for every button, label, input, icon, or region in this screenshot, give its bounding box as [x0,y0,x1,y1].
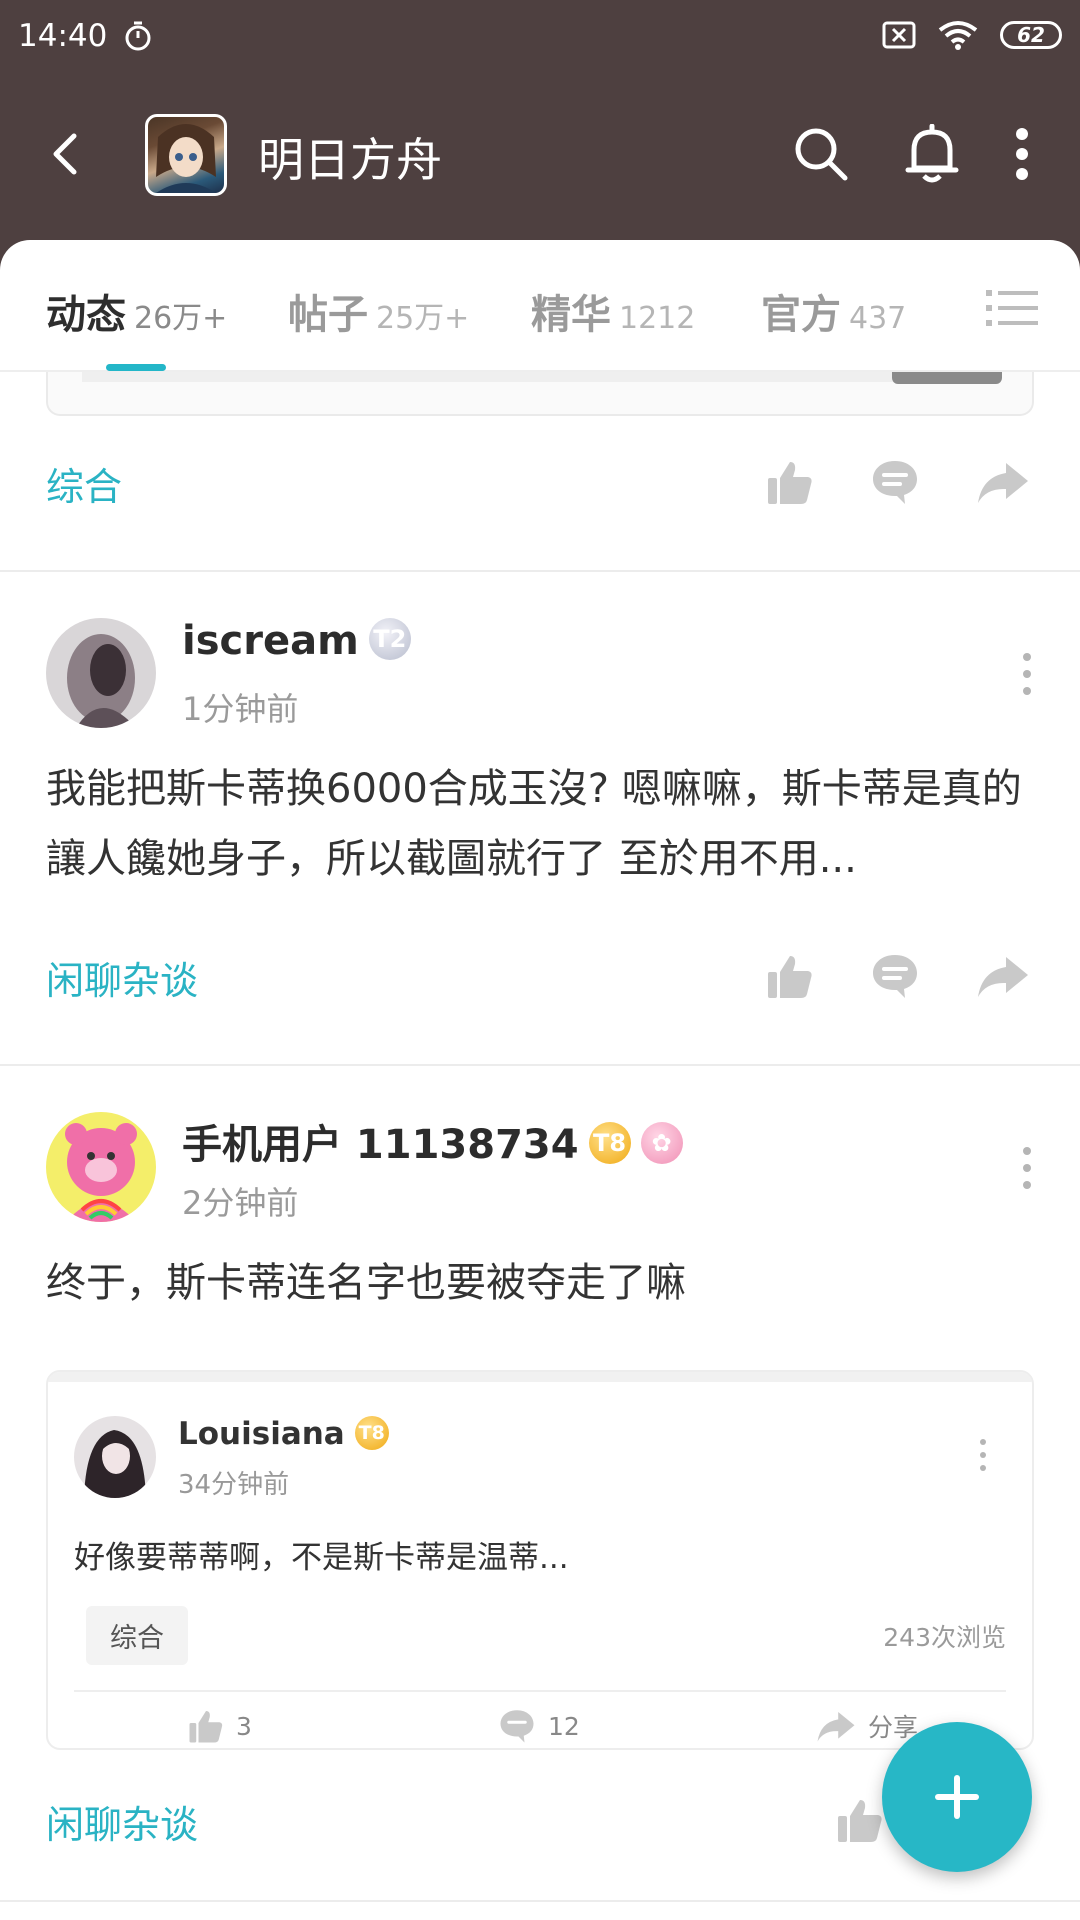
post-action-row: 综合 [0,444,1080,524]
back-arrow-icon[interactable] [40,126,96,182]
user-avatar[interactable] [46,618,156,728]
post-content[interactable]: 我能把斯卡蒂换6000合成玉沒? 嗯嘛嘛，斯卡蒂是真的讓人饞她身子，所以截圖就行… [46,754,1036,894]
more-vertical-icon[interactable] [1020,652,1034,696]
share-icon[interactable] [976,953,1030,999]
bell-icon[interactable] [904,124,960,184]
comment-icon[interactable] [870,952,920,1000]
more-vertical-icon[interactable] [1020,1146,1034,1190]
tab-featured[interactable]: 精华 1212 [531,282,695,340]
comment-button[interactable]: 12 [498,1708,580,1744]
post-time: 1分钟前 [182,690,299,728]
page-title: 明日方舟 [258,133,442,187]
level-badge-icon: T2 [368,618,411,660]
tab-indicator [106,364,166,371]
view-count: 243次浏览 [883,1623,1006,1652]
tab-count: 1212 [619,301,696,336]
plus-icon [935,1775,979,1819]
thumbs-up-icon[interactable] [766,458,814,506]
share-icon[interactable] [976,459,1030,505]
more-vertical-icon[interactable] [1014,127,1030,181]
user-avatar[interactable] [46,1112,156,1222]
tab-count: 26万+ [134,301,228,336]
previous-card-chip [892,372,1002,384]
tab-bar: 动态 26万+ 帖子 25万+ 精华 1212 官方 437 [0,240,1080,372]
tab-label: 帖子 [288,292,368,338]
status-bar: 14:40 62 [0,0,1080,72]
username-text: Louisiana [178,1416,345,1452]
tab-dynamic[interactable]: 动态 26万+ [46,282,227,340]
like-count: 3 [236,1711,252,1741]
like-button[interactable]: 3 [188,1708,252,1744]
post-content[interactable]: 好像要蒂蒂啊，不是斯卡蒂是温蒂... [74,1532,569,1577]
new-post-button[interactable] [882,1722,1032,1872]
share-button[interactable]: 分享 [816,1708,918,1744]
comment-icon[interactable] [870,458,920,506]
tab-count: 25万+ [376,301,470,336]
username[interactable]: iscream T2 [182,618,411,664]
topic-tag[interactable]: 综合 [86,1606,188,1665]
thumbs-up-icon[interactable] [766,952,814,1000]
username-text: iscream [182,618,359,664]
game-avatar[interactable] [145,114,227,196]
quote-action-row: 3 12 分享 [48,1708,1032,1748]
topic-tag[interactable]: 闲聊杂谈 [46,1794,198,1849]
topic-tag[interactable]: 闲聊杂谈 [46,950,198,1005]
level-badge-icon: T8 [354,1415,389,1450]
thumbs-up-icon [189,1711,223,1743]
post-divider [0,570,1080,572]
more-vertical-icon[interactable] [978,1438,988,1472]
stopwatch-icon [125,21,151,51]
post-divider [0,1900,1080,1902]
username-text: 手机用户 11138734 [182,1122,579,1168]
post-time: 34分钟前 [178,1470,290,1500]
post-action-row: 闲聊杂谈 [0,938,1080,1018]
post-time: 2分钟前 [182,1184,299,1222]
username[interactable]: Louisiana T8 [178,1415,389,1453]
list-menu-icon[interactable] [986,288,1038,328]
comment-icon [500,1710,534,1743]
search-icon[interactable] [792,125,850,183]
share-icon [817,1711,855,1742]
sim-off-icon [882,21,916,49]
post-divider [0,1064,1080,1066]
app-bar: 明日方舟 [0,110,1080,200]
quoted-post-card[interactable]: Louisiana T8 34分钟前 好像要蒂蒂啊，不是斯卡蒂是温蒂... 综合 … [46,1370,1034,1750]
battery-indicator: 62 [1000,21,1062,49]
comment-count: 12 [548,1711,580,1741]
wifi-icon [938,21,978,50]
content-sheet: 动态 26万+ 帖子 25万+ 精华 1212 官方 437 综合 iscrea… [0,240,1080,1920]
previous-card [46,372,1034,416]
post-content[interactable]: 终于，斯卡蒂连名字也要被夺走了嘛 [46,1248,1036,1318]
previous-card-content [82,372,998,382]
topic-tag[interactable]: 综合 [46,456,122,511]
tab-label: 官方 [761,292,841,338]
quote-divider [74,1690,1006,1692]
tab-official[interactable]: 官方 437 [761,282,906,340]
quoted-card-band [48,1372,1032,1382]
status-time: 14:40 [18,18,108,54]
tab-count: 437 [849,301,907,336]
level-badge-icon: T8 [588,1122,631,1164]
tab-label: 精华 [531,292,611,338]
thumbs-up-icon[interactable] [836,1796,884,1844]
username[interactable]: 手机用户 11138734 T8 ✿ [182,1112,683,1170]
tab-posts[interactable]: 帖子 25万+ [288,282,469,340]
tab-fade [920,240,990,370]
tab-label: 动态 [46,292,126,338]
user-avatar[interactable] [74,1416,156,1498]
bunny-badge-icon: ✿ [640,1122,683,1164]
